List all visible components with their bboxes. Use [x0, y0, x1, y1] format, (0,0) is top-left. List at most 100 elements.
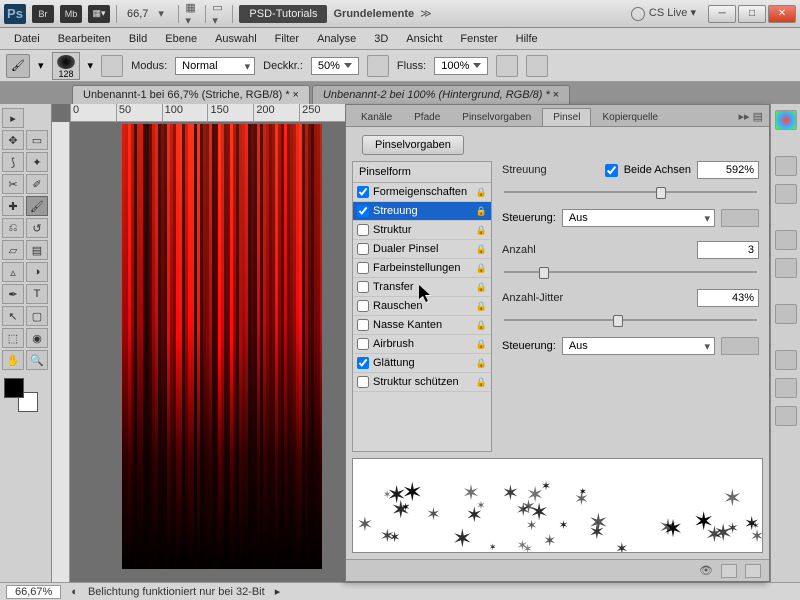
window-close-icon[interactable] — [768, 5, 796, 23]
wand-tool-icon[interactable]: ✦ — [26, 152, 48, 172]
flow-input[interactable]: 100% — [434, 57, 488, 75]
color-swatches[interactable] — [2, 378, 42, 414]
count-slider[interactable] — [504, 265, 757, 279]
brush-option-checkbox[interactable] — [357, 319, 369, 331]
layout-badge[interactable]: ▦▾ — [88, 5, 110, 23]
airbrush-toggle-icon[interactable] — [496, 55, 518, 77]
window-maximize-icon[interactable] — [738, 5, 766, 23]
tab-pinselvorgaben[interactable]: Pinselvorgaben — [451, 108, 542, 126]
menu-datei[interactable]: Datei — [6, 30, 48, 48]
brush-option-farbeinstellungen[interactable]: Farbeinstellungen🔒 — [353, 259, 491, 278]
expand-icon[interactable]: ▸ — [2, 108, 24, 128]
dock-layers-icon[interactable] — [775, 350, 797, 370]
brush-option-rauschen[interactable]: Rauschen🔒 — [353, 297, 491, 316]
hand-tool-icon[interactable]: ✋ — [2, 350, 24, 370]
close-icon[interactable]: × — [553, 89, 559, 101]
dock-adjust-icon[interactable] — [775, 230, 797, 250]
dodge-tool-icon[interactable]: ◑ — [26, 262, 48, 282]
brush-option-nasse-kanten[interactable]: Nasse Kanten🔒 — [353, 316, 491, 335]
eyedropper-tool-icon[interactable]: ✐ — [26, 174, 48, 194]
brush-option-formeigenschaften[interactable]: Formeigenschaften🔒 — [353, 183, 491, 202]
scatter-value[interactable]: 592% — [697, 161, 759, 179]
lock-icon[interactable]: 🔒 — [476, 244, 487, 255]
lock-icon[interactable]: 🔒 — [476, 377, 487, 388]
minibridge-badge[interactable]: Mb — [60, 5, 82, 23]
lock-icon[interactable]: 🔒 — [476, 320, 487, 331]
jitter-slider[interactable] — [504, 313, 757, 327]
blur-tool-icon[interactable]: ▵ — [2, 262, 24, 282]
zoom-dropdown-icon[interactable]: ▾ — [158, 7, 172, 20]
view-dropdown-icon[interactable]: ▦ ▾ — [185, 1, 199, 27]
3d-tool-icon[interactable]: ⬚ — [2, 328, 24, 348]
brush-dropdown-icon[interactable]: ▾ — [88, 59, 94, 72]
new-brush-icon[interactable] — [721, 564, 737, 578]
brush-option-checkbox[interactable] — [357, 262, 369, 274]
menu-ansicht[interactable]: Ansicht — [398, 30, 450, 48]
menu-3d[interactable]: 3D — [366, 30, 396, 48]
stamp-tool-icon[interactable]: ⎌ — [2, 218, 24, 238]
zoom-tool-icon[interactable]: 🔍 — [26, 350, 48, 370]
lock-icon[interactable]: 🔒 — [476, 187, 487, 198]
scatter-slider[interactable] — [504, 185, 757, 199]
lock-icon[interactable]: 🔒 — [476, 206, 487, 217]
status-dropdown-icon[interactable]: ▸ — [275, 585, 281, 598]
zoom-display[interactable]: 66,7 — [123, 8, 152, 20]
menu-filter[interactable]: Filter — [267, 30, 307, 48]
heal-tool-icon[interactable]: ✚ — [2, 196, 24, 216]
shape-tool-icon[interactable]: ▢ — [26, 306, 48, 326]
canvas-area[interactable]: 050100150200250 — [52, 104, 345, 582]
3d-camera-tool-icon[interactable]: ◉ — [26, 328, 48, 348]
jitter-value[interactable]: 43% — [697, 289, 759, 307]
tablet-pressure-icon[interactable] — [526, 55, 548, 77]
opacity-input[interactable]: 50% — [311, 57, 359, 75]
dock-play-icon[interactable] — [775, 304, 797, 324]
brush-option-checkbox[interactable] — [357, 357, 369, 369]
dock-swatches-icon[interactable] — [775, 156, 797, 176]
cslive-button[interactable]: CS Live ▾ — [625, 6, 702, 20]
brush-option-struktur[interactable]: Struktur🔒 — [353, 221, 491, 240]
close-icon[interactable]: × — [292, 89, 298, 101]
workspace-button[interactable]: PSD-Tutorials — [239, 5, 327, 23]
lasso-tool-icon[interactable]: ⟆ — [2, 152, 24, 172]
document-tab[interactable]: Unbenannt-1 bei 66,7% (Striche, RGB/8) *… — [72, 85, 310, 104]
both-axes-checkbox[interactable] — [605, 164, 618, 177]
brush-panel-toggle-icon[interactable] — [101, 55, 123, 77]
gradient-tool-icon[interactable]: ▤ — [26, 240, 48, 260]
type-tool-icon[interactable]: T — [26, 284, 48, 304]
menu-hilfe[interactable]: Hilfe — [508, 30, 546, 48]
dock-masks-icon[interactable] — [775, 258, 797, 278]
panel-collapse-icon[interactable]: ▸▸ ▤ — [733, 107, 770, 126]
brush-option-checkbox[interactable] — [357, 205, 369, 217]
tab-kopierquelle[interactable]: Kopierquelle — [591, 108, 669, 126]
tool-preset-dropdown-icon[interactable]: ▾ — [38, 59, 44, 72]
document-canvas[interactable] — [122, 124, 322, 569]
lock-icon[interactable]: 🔒 — [476, 339, 487, 350]
bridge-badge[interactable]: Br — [32, 5, 54, 23]
dock-channels-icon[interactable] — [775, 378, 797, 398]
history-brush-tool-icon[interactable]: ↺ — [26, 218, 48, 238]
brush-option-checkbox[interactable] — [357, 300, 369, 312]
dock-paths-icon[interactable] — [775, 406, 797, 426]
brush-preview[interactable]: 128 — [52, 52, 80, 80]
workspace-chevrons-icon[interactable]: ≫ — [420, 7, 434, 20]
menu-ebene[interactable]: Ebene — [157, 30, 205, 48]
brush-option-checkbox[interactable] — [357, 376, 369, 388]
brush-option-checkbox[interactable] — [357, 338, 369, 350]
active-tool-brush-icon[interactable]: 🖌 — [6, 54, 30, 78]
lock-icon[interactable]: 🔒 — [476, 263, 487, 274]
eraser-tool-icon[interactable]: ▱ — [2, 240, 24, 260]
document-tab[interactable]: Unbenannt-2 bei 100% (Hintergrund, RGB/8… — [312, 85, 570, 104]
menu-analyse[interactable]: Analyse — [309, 30, 364, 48]
control-select[interactable]: Aus — [562, 209, 715, 227]
blend-mode-select[interactable]: Normal — [175, 57, 255, 75]
path-select-tool-icon[interactable]: ↖ — [2, 306, 24, 326]
lock-icon[interactable]: 🔒 — [476, 301, 487, 312]
menu-bild[interactable]: Bild — [121, 30, 155, 48]
opacity-pressure-icon[interactable] — [367, 55, 389, 77]
brush-option-struktur-schützen[interactable]: Struktur schützen🔒 — [353, 373, 491, 392]
brush-option-checkbox[interactable] — [357, 186, 369, 198]
tab-kanaele[interactable]: Kanäle — [350, 108, 403, 126]
brush-option-streuung[interactable]: Streuung🔒 — [353, 202, 491, 221]
window-minimize-icon[interactable] — [708, 5, 736, 23]
brush-option-airbrush[interactable]: Airbrush🔒 — [353, 335, 491, 354]
